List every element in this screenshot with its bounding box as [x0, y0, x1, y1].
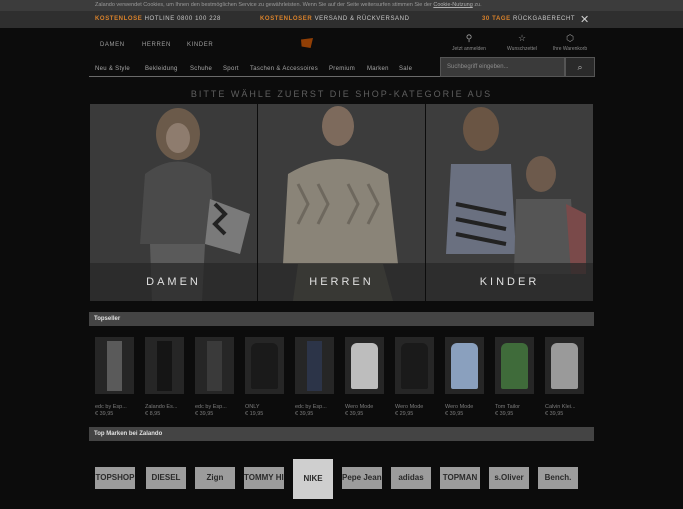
product-card[interactable]: edc by Esp... € 39,95 [95, 337, 139, 417]
brand-logo[interactable]: adidas [391, 467, 431, 489]
product-price: € 19,95 [245, 411, 264, 417]
product-card[interactable]: Tom Tailor € 39,95 [495, 337, 539, 417]
account-login[interactable]: ⚲ Jetzt anmelden [444, 33, 494, 52]
product-image [145, 337, 184, 394]
topseller-header: Topseller [89, 312, 594, 326]
product-image [245, 337, 284, 394]
category-nav: Neu & Style Bekleidung Schuhe Sport Tasc… [89, 59, 440, 77]
product-card[interactable]: edc by Esp... € 39,95 [295, 337, 339, 417]
product-card[interactable]: Calvin Klei... € 39,95 [545, 337, 589, 417]
product-price: € 29,95 [395, 411, 414, 417]
cart[interactable]: ⬡ Ihre Warenkorb [545, 33, 595, 52]
product-name: Zalando Es... [145, 404, 178, 410]
usp-shipping: KOSTENLOSER VERSAND & RÜCKVERSAND [260, 16, 410, 22]
usp-hotline: KOSTENLOSE HOTLINE 0800 100 228 [95, 16, 221, 22]
product-image [345, 337, 384, 394]
product-price: € 39,95 [445, 411, 464, 417]
tile-label-damen: DAMEN [90, 263, 257, 301]
tab-damen[interactable]: DAMEN [100, 42, 125, 48]
product-price: € 39,95 [495, 411, 514, 417]
brand-logo[interactable]: TOPSHOP [95, 467, 135, 489]
shop-heading: BITTE WÄHLE ZUERST DIE SHOP-KATEGORIE AU… [190, 89, 493, 99]
search-button[interactable]: ⌕ [565, 57, 595, 77]
product-price: € 39,95 [545, 411, 564, 417]
product-image [95, 337, 134, 394]
product-price: € 39,95 [295, 411, 314, 417]
product-name: ONLY [245, 404, 260, 410]
product-image [295, 337, 334, 394]
category-taschen[interactable]: Taschen & Accessoires [250, 66, 318, 72]
shop-tile-herren[interactable]: HERREN [258, 104, 425, 301]
brand-logo[interactable]: Pepe Jeans [342, 467, 382, 489]
category-bekleidung[interactable]: Bekleidung [145, 66, 178, 72]
tile-label-herren: HERREN [258, 263, 425, 301]
cookie-policy-link[interactable]: Cookie-Nutzung [433, 2, 472, 8]
product-card[interactable]: Zalando Es... € 8,95 [145, 337, 189, 417]
category-sport[interactable]: Sport [223, 66, 239, 72]
category-neu[interactable]: Neu & Style [95, 66, 130, 72]
brand-logo[interactable]: DIESEL [146, 467, 186, 489]
product-name: edc by Esp... [195, 404, 227, 410]
brands-header: Top Marken bei Zalando [89, 427, 594, 441]
brand-logo[interactable]: Bench. [538, 467, 578, 489]
product-name: edc by Esp... [295, 404, 327, 410]
cookie-suffix: zu. [474, 2, 482, 8]
product-name: Wero Mode [395, 404, 424, 410]
category-sale[interactable]: Sale [399, 66, 412, 72]
brand-logo[interactable]: NIKE [293, 459, 333, 499]
product-name: Wero Mode [445, 404, 474, 410]
product-name: Tom Tailor [495, 404, 520, 410]
brand-logo[interactable]: TOMMY HILFIGER [244, 467, 284, 489]
usp-bar: KOSTENLOSE HOTLINE 0800 100 228 KOSTENLO… [0, 11, 683, 28]
usp-returns: 30 TAGE RÜCKGABERECHT [482, 16, 576, 22]
brand-logo[interactable]: s.Oliver [489, 467, 529, 489]
brand-logo[interactable]: Zign [195, 467, 235, 489]
product-price: € 39,95 [345, 411, 364, 417]
product-image [545, 337, 584, 394]
product-name: Calvin Klei... [545, 404, 576, 410]
product-name: edc by Esp... [95, 404, 127, 410]
tab-herren[interactable]: HERREN [142, 42, 171, 48]
product-image [195, 337, 234, 394]
product-price: € 8,95 [145, 411, 161, 417]
category-premium[interactable]: Premium [329, 66, 355, 72]
product-image [445, 337, 484, 394]
category-schuhe[interactable]: Schuhe [190, 66, 212, 72]
search-icon: ⌕ [577, 62, 583, 72]
product-card[interactable]: Wero Mode € 39,95 [445, 337, 489, 417]
tile-label-kinder: KINDER [426, 263, 593, 301]
cookie-banner: Zalando verwendet Cookies, um Ihnen den … [0, 0, 683, 11]
product-image [395, 337, 434, 394]
product-card[interactable]: Wero Mode € 29,95 [395, 337, 439, 417]
wishlist[interactable]: ☆ Wunschzettel [497, 33, 547, 52]
cookie-text: Zalando verwendet Cookies, um Ihnen den … [95, 2, 432, 8]
product-price: € 39,95 [195, 411, 214, 417]
category-marken[interactable]: Marken [367, 66, 389, 72]
star-icon: ☆ [517, 33, 527, 43]
product-card[interactable]: Wero Mode € 39,95 [345, 337, 389, 417]
shop-tile-kinder[interactable]: KINDER [426, 104, 593, 301]
tab-kinder[interactable]: KINDER [187, 42, 213, 48]
product-price: € 39,95 [95, 411, 114, 417]
search-input[interactable]: Suchbegriff eingeben... [440, 57, 565, 77]
close-icon[interactable]: ✕ [580, 13, 590, 26]
bag-icon: ⬡ [566, 33, 574, 43]
product-card[interactable]: ONLY € 19,95 [245, 337, 289, 417]
zalando-logo-icon[interactable] [301, 38, 313, 48]
product-card[interactable]: edc by Esp... € 39,95 [195, 337, 239, 417]
shop-tile-damen[interactable]: DAMEN [90, 104, 257, 301]
user-icon: ⚲ [465, 33, 473, 43]
brand-logo[interactable]: TOPMAN [440, 467, 480, 489]
product-name: Wero Mode [345, 404, 374, 410]
product-image [495, 337, 534, 394]
